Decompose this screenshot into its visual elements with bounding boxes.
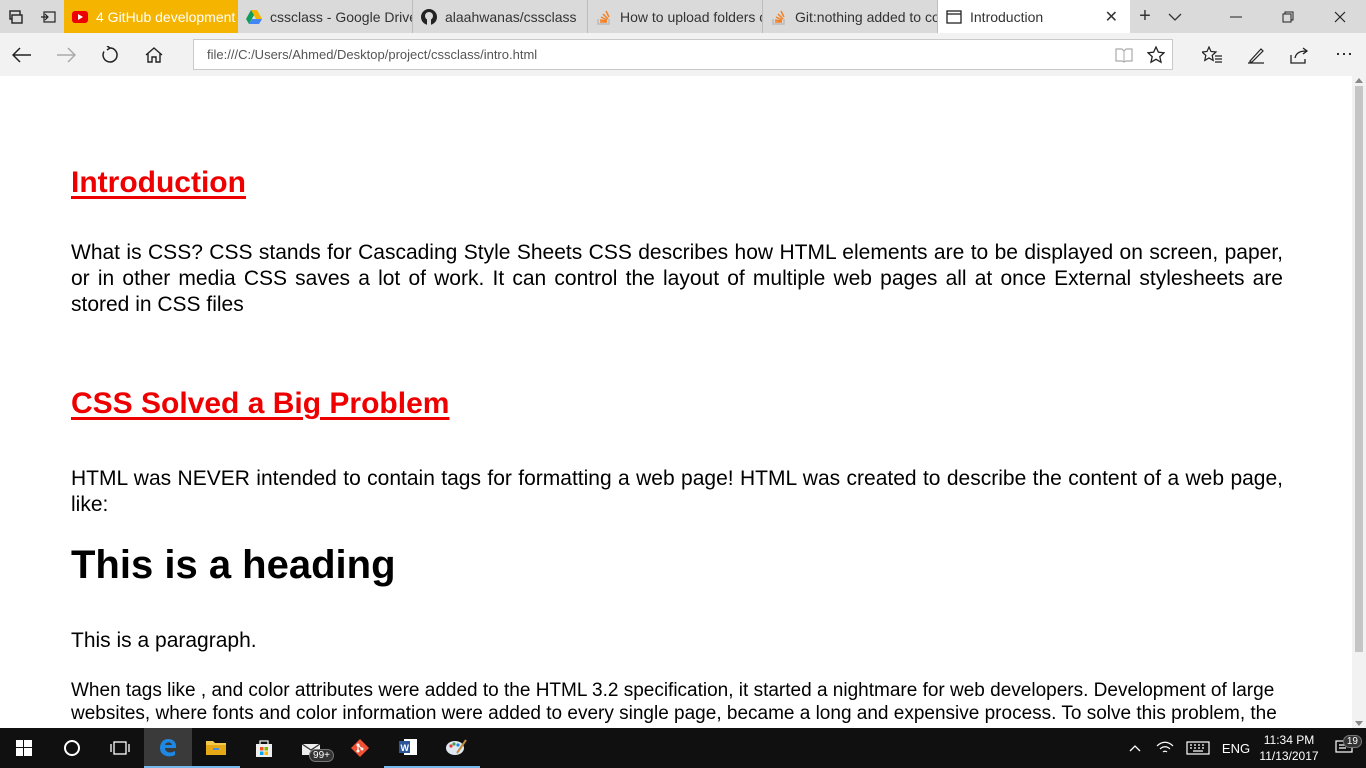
scroll-up-arrow[interactable] [1355,78,1363,83]
restore-icon[interactable] [1262,0,1314,33]
chevron-down-icon[interactable] [1160,0,1190,33]
scroll-down-arrow[interactable] [1355,721,1363,726]
language-indicator[interactable]: ENG [1216,741,1256,756]
forward-icon[interactable] [44,33,88,76]
tab-youtube[interactable]: 4 GitHub development [64,0,238,33]
css-problem-paragraph: HTML was NEVER intended to contain tags … [71,467,1283,516]
tab-github[interactable]: alaahwanas/cssclass [413,0,588,33]
system-tray: ENG 11:34 PM 11/13/2017 19 [1120,728,1366,768]
taskbar: 99+ W ENG 11:34 PM 11/13/2017 19 [0,728,1366,768]
mail-badge: 99+ [309,749,334,762]
scrollbar-thumb[interactable] [1355,86,1363,652]
stackoverflow-icon [596,9,612,25]
action-center-icon[interactable]: 19 [1322,735,1366,756]
favorites-hub-icon[interactable] [1190,33,1234,76]
stackoverflow-icon [771,9,787,25]
paint-icon[interactable] [432,728,480,768]
keyboard-icon[interactable] [1180,741,1216,755]
youtube-icon [72,9,88,25]
clock-date: 11/13/2017 [1259,749,1319,763]
tab-title: Git:nothing added to com [795,8,937,25]
notification-count: 19 [1342,735,1362,748]
back-icon[interactable] [0,33,44,76]
mail-icon[interactable]: 99+ [288,728,336,768]
intro-paragraph: What is CSS? CSS stands for Cascading St… [71,241,1283,316]
tab-title: cssclass - Google Drive [270,8,412,25]
web-note-icon[interactable] [1234,33,1278,76]
favorite-star-icon[interactable] [1140,40,1172,69]
tab-bar: 4 GitHub development cssclass - Google D… [0,0,1366,33]
new-tab-icon[interactable]: + [1130,0,1160,33]
page-heading-css-solved: CSS Solved a Big Problem [71,387,450,420]
github-icon [421,8,437,25]
navigation-bar: file:///C:/Users/Ahmed/Desktop/project/c… [0,33,1366,76]
close-window-icon[interactable] [1314,0,1366,33]
tab-title: alaahwanas/cssclass [445,8,577,25]
example-heading: This is a heading [71,543,396,587]
home-icon[interactable] [132,33,176,76]
address-bar[interactable]: file:///C:/Users/Ahmed/Desktop/project/c… [193,39,1173,70]
share-icon[interactable] [1278,33,1322,76]
word-icon[interactable]: W [384,728,432,768]
history-paragraph: When tags like , and color attributes we… [71,680,1277,728]
file-explorer-icon[interactable] [192,728,240,768]
wifi-icon[interactable] [1150,741,1180,755]
cortana-icon[interactable] [48,728,96,768]
git-icon[interactable] [336,728,384,768]
page-content: Introduction What is CSS? CSS stands for… [0,76,1352,728]
task-view-icon[interactable] [96,728,144,768]
reading-view-icon[interactable] [1108,40,1140,69]
tab-stackoverflow-upload[interactable]: How to upload folders on [588,0,763,33]
clock-time: 11:34 PM [1263,733,1315,747]
tab-title: Introduction [970,8,1044,25]
edge-browser-icon[interactable] [144,728,192,768]
page-icon [946,9,962,25]
windows-start-icon[interactable] [0,728,48,768]
close-tab-icon[interactable]: ✕ [1105,7,1118,27]
tab-title: 4 GitHub development [96,8,236,25]
store-icon[interactable] [240,728,288,768]
refresh-icon[interactable] [88,33,132,76]
chevron-up-icon[interactable] [1120,744,1150,752]
example-paragraph: This is a paragraph. [71,629,257,652]
clock[interactable]: 11:34 PM 11/13/2017 [1256,732,1322,764]
set-tabs-aside-icon[interactable] [32,0,64,33]
tab-google-drive[interactable]: cssclass - Google Drive [238,0,413,33]
more-options-icon[interactable]: ⋯ [1322,33,1366,76]
page-heading-introduction: Introduction [71,166,246,199]
tab-preview-icon[interactable] [0,0,32,33]
tab-title: How to upload folders on [620,8,762,25]
vertical-scrollbar[interactable] [1352,76,1366,728]
minimize-icon[interactable] [1210,0,1262,33]
tab-introduction[interactable]: Introduction ✕ [938,0,1130,33]
address-url[interactable]: file:///C:/Users/Ahmed/Desktop/project/c… [207,47,1108,62]
tab-stackoverflow-git[interactable]: Git:nothing added to com [763,0,938,33]
svg-text:W: W [401,743,410,753]
toolbar-right: ⋯ [1190,33,1366,76]
google-drive-icon [246,9,262,25]
